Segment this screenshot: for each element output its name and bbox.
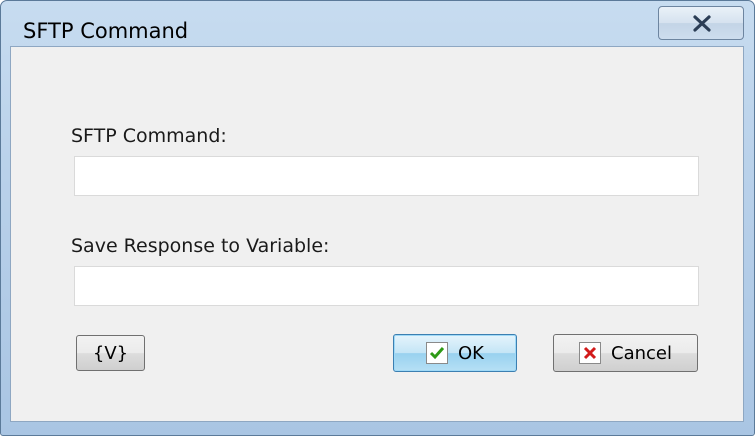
ok-button-label: OK (458, 342, 484, 364)
cancel-button-label: Cancel (611, 342, 672, 364)
close-button[interactable] (658, 6, 744, 40)
dialog-window: SFTP Command SFTP Command: Save Response… (0, 0, 755, 436)
x-icon (579, 342, 601, 364)
sftp-command-label: SFTP Command: (71, 125, 227, 147)
checkmark-icon (426, 342, 448, 364)
insert-variable-label: {V} (92, 342, 129, 364)
insert-variable-button[interactable]: {V} (76, 335, 145, 371)
window-title: SFTP Command (23, 19, 189, 43)
sftp-command-input[interactable] (74, 156, 699, 196)
dialog-body: SFTP Command: Save Response to Variable:… (10, 46, 744, 422)
close-icon (693, 15, 711, 32)
save-response-label: Save Response to Variable: (71, 235, 330, 257)
save-response-variable-input[interactable] (74, 266, 699, 306)
cancel-button[interactable]: Cancel (553, 334, 698, 372)
ok-button[interactable]: OK (393, 334, 517, 372)
